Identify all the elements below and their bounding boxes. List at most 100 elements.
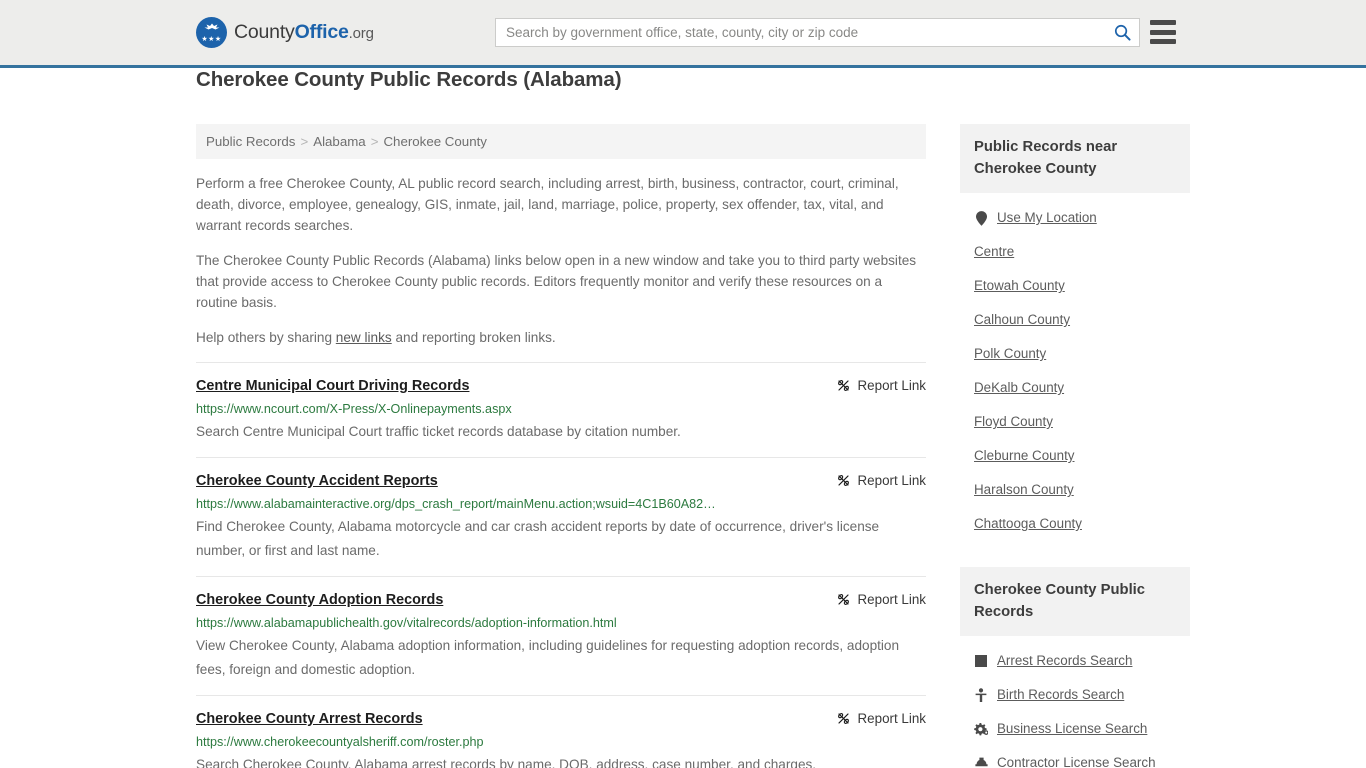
report-link-button[interactable]: Report Link bbox=[836, 377, 926, 393]
hard-hat-icon bbox=[974, 757, 988, 768]
nearby-panel-title: Public Records near Cherokee County bbox=[960, 124, 1190, 193]
sidebar-link-label[interactable]: Business License Search bbox=[997, 720, 1147, 738]
child-icon bbox=[974, 688, 988, 702]
sidebar-link-label[interactable]: Calhoun County bbox=[974, 311, 1070, 329]
result-url[interactable]: https://www.cherokeecountyalsheriff.com/… bbox=[196, 734, 926, 750]
report-link-button[interactable]: Report Link bbox=[836, 710, 926, 726]
share-text-before: Help others by sharing bbox=[196, 330, 336, 345]
site-logo-text: CountyOffice.org bbox=[234, 21, 374, 44]
sidebar-item-arrest-records-search[interactable]: Arrest Records Search bbox=[974, 644, 1190, 678]
sidebar-link-label[interactable]: Floyd County bbox=[974, 413, 1053, 431]
search-icon bbox=[1114, 24, 1131, 41]
sidebar-link-label[interactable]: Etowah County bbox=[974, 277, 1065, 295]
breadcrumb-item-public-records[interactable]: Public Records bbox=[206, 134, 295, 149]
sidebar-item-chattooga-county[interactable]: Chattooga County bbox=[974, 507, 1190, 541]
sidebar-item-use-my-location[interactable]: Use My Location bbox=[974, 201, 1190, 235]
page-container: Cherokee County Public Records (Alabama)… bbox=[0, 68, 1366, 768]
result-description: Search Cherokee County, Alabama arrest r… bbox=[196, 757, 817, 768]
broken-link-icon bbox=[837, 380, 849, 391]
sidebar-item-contractor-license-search[interactable]: Contractor License Search bbox=[974, 746, 1190, 768]
site-header: ★★★ CountyOffice.org bbox=[0, 0, 1366, 68]
breadcrumb-item-cherokee-county: Cherokee County bbox=[383, 134, 487, 149]
search-button[interactable] bbox=[1105, 19, 1139, 46]
hamburger-bar-3 bbox=[1150, 39, 1176, 44]
sidebar: Public Records near Cherokee County Use … bbox=[960, 124, 1190, 768]
handcuffs-icon bbox=[974, 655, 988, 667]
broken-link-icon bbox=[837, 713, 849, 724]
map-pin-icon bbox=[974, 210, 988, 226]
page-title: Cherokee County Public Records (Alabama) bbox=[196, 68, 622, 91]
sidebar-link-label[interactable]: Birth Records Search bbox=[997, 686, 1124, 704]
result-description: View Cherokee County, Alabama adoption i… bbox=[196, 638, 900, 677]
search-bar[interactable] bbox=[495, 18, 1140, 47]
sidebar-link-label[interactable]: Polk County bbox=[974, 345, 1046, 363]
report-link-label: Report Link bbox=[857, 378, 926, 393]
result-header: Cherokee County Adoption Records Report … bbox=[196, 591, 926, 609]
eagle-glyph bbox=[204, 23, 219, 30]
result-item: Centre Municipal Court Driving Records R… bbox=[196, 362, 926, 457]
search-input[interactable] bbox=[496, 19, 1105, 46]
breadcrumb-separator-1: > bbox=[300, 134, 309, 149]
nearby-panel-body: Use My Location Centre Etowah County Cal… bbox=[960, 193, 1190, 545]
result-title-link[interactable]: Cherokee County Accident Reports bbox=[196, 472, 438, 490]
broken-link-icon bbox=[837, 475, 849, 486]
result-url[interactable]: https://www.alabamainteractive.org/dps_c… bbox=[196, 496, 926, 512]
sidebar-item-birth-records-search[interactable]: Birth Records Search bbox=[974, 678, 1190, 712]
eagle-seal-icon: ★★★ bbox=[196, 17, 227, 48]
result-url[interactable]: https://www.ncourt.com/X-Press/X-Onlinep… bbox=[196, 401, 926, 417]
sidebar-item-floyd-county[interactable]: Floyd County bbox=[974, 405, 1190, 439]
logo-text-office: Office bbox=[294, 21, 349, 43]
report-link-label: Report Link bbox=[857, 473, 926, 488]
breadcrumb-separator-2: > bbox=[370, 134, 379, 149]
result-header: Cherokee County Accident Reports Report … bbox=[196, 472, 926, 490]
result-title-link[interactable]: Cherokee County Adoption Records bbox=[196, 591, 443, 609]
report-link-button[interactable]: Report Link bbox=[836, 591, 926, 607]
result-url[interactable]: https://www.alabamapublichealth.gov/vita… bbox=[196, 615, 926, 631]
hamburger-bar-2 bbox=[1150, 29, 1176, 35]
result-title-link[interactable]: Centre Municipal Court Driving Records bbox=[196, 377, 469, 395]
report-link-button[interactable]: Report Link bbox=[836, 472, 926, 488]
sidebar-item-centre[interactable]: Centre bbox=[974, 235, 1190, 269]
result-title-link[interactable]: Cherokee County Arrest Records bbox=[196, 710, 423, 728]
sidebar-link-label[interactable]: Chattooga County bbox=[974, 515, 1082, 533]
breadcrumb-item-alabama[interactable]: Alabama bbox=[313, 134, 365, 149]
sidebar-link-label[interactable]: Haralson County bbox=[974, 481, 1074, 499]
sidebar-link-label[interactable]: DeKalb County bbox=[974, 379, 1064, 397]
result-description: Find Cherokee County, Alabama motorcycle… bbox=[196, 519, 880, 558]
intro-paragraph-3: Help others by sharing new links and rep… bbox=[196, 327, 926, 348]
content-row: Public Records > Alabama > Cherokee County P… bbox=[196, 106, 1190, 768]
sidebar-item-calhoun-county[interactable]: Calhoun County bbox=[974, 303, 1190, 337]
breadcrumb: Public Records > Alabama > Cherokee County bbox=[196, 124, 926, 159]
result-item: Cherokee County Arrest Records Report Li… bbox=[196, 695, 926, 768]
sidebar-item-polk-county[interactable]: Polk County bbox=[974, 337, 1190, 371]
new-links-link[interactable]: new links bbox=[336, 330, 392, 345]
result-header: Cherokee County Arrest Records Report Li… bbox=[196, 710, 926, 728]
sidebar-item-business-license-search[interactable]: Business License Search bbox=[974, 712, 1190, 746]
site-logo[interactable]: ★★★ CountyOffice.org bbox=[196, 17, 374, 48]
sidebar-link-label[interactable]: Centre bbox=[974, 243, 1014, 261]
sidebar-item-cleburne-county[interactable]: Cleburne County bbox=[974, 439, 1190, 473]
sidebar-link-label[interactable]: Use My Location bbox=[997, 209, 1097, 227]
result-header: Centre Municipal Court Driving Records R… bbox=[196, 377, 926, 395]
intro-paragraph-2: The Cherokee County Public Records (Alab… bbox=[196, 253, 917, 310]
sidebar-item-etowah-county[interactable]: Etowah County bbox=[974, 269, 1190, 303]
main-column: Public Records > Alabama > Cherokee County P… bbox=[196, 124, 926, 768]
sidebar-item-dekalb-county[interactable]: DeKalb County bbox=[974, 371, 1190, 405]
hamburger-bar-1 bbox=[1150, 20, 1176, 25]
sidebar-link-label[interactable]: Arrest Records Search bbox=[997, 652, 1132, 670]
result-description: Search Centre Municipal Court traffic ti… bbox=[196, 424, 681, 439]
intro-paragraph-1: Perform a free Cherokee County, AL publi… bbox=[196, 176, 899, 233]
logo-text-org: .org bbox=[348, 25, 374, 42]
sidebar-link-label[interactable]: Cleburne County bbox=[974, 447, 1075, 465]
sidebar-item-haralson-county[interactable]: Haralson County bbox=[974, 473, 1190, 507]
sidebar-link-label[interactable]: Contractor License Search bbox=[997, 754, 1156, 768]
logo-text-county: County bbox=[234, 21, 295, 43]
records-panel-title: Cherokee County Public Records bbox=[960, 567, 1190, 636]
hamburger-menu-icon[interactable] bbox=[1150, 20, 1176, 44]
result-item: Cherokee County Accident Reports Report … bbox=[196, 457, 926, 576]
result-item: Cherokee County Adoption Records Report … bbox=[196, 576, 926, 695]
stars-glyph: ★★★ bbox=[201, 36, 222, 43]
report-link-label: Report Link bbox=[857, 711, 926, 726]
share-text-after: and reporting broken links. bbox=[391, 330, 556, 345]
